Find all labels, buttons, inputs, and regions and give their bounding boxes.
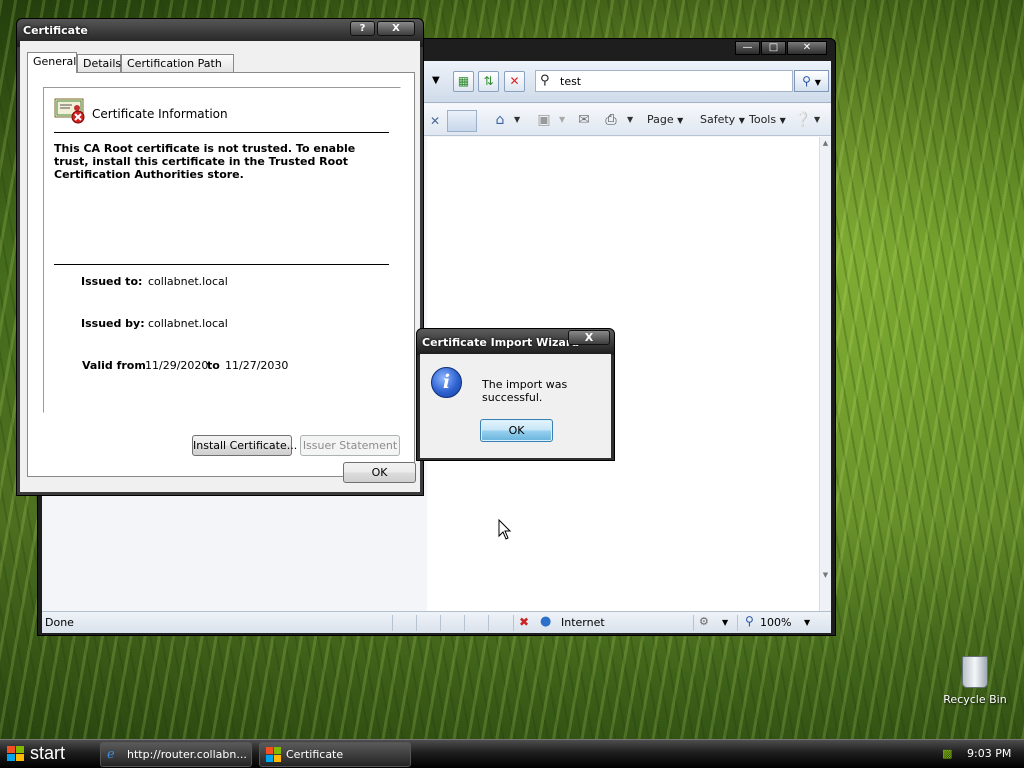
zone-label: Internet (561, 616, 605, 629)
dialog-body: General Details Certification Path Certi… (20, 41, 420, 492)
scroll-up-icon[interactable]: ▲ (820, 137, 831, 149)
info-heading: Certificate Information (92, 107, 228, 121)
issued-by-value: collabnet.local (148, 317, 228, 330)
dialog-title: Certificate (23, 24, 88, 37)
information-icon: i (431, 367, 462, 398)
vertical-scrollbar[interactable]: ▲ ▼ (819, 137, 831, 631)
feeds-icon[interactable]: ▣ (534, 110, 554, 130)
certificate-window-icon (266, 747, 281, 762)
install-certificate-button[interactable]: Install Certificate... (192, 435, 297, 456)
certificate-error-icon (54, 98, 86, 124)
close-button[interactable]: X (377, 21, 415, 36)
recycle-bin-icon (962, 656, 988, 688)
status-bar: Done ✖ ● Internet ⚙ ▼ ⚲ 100% ▼ (42, 611, 831, 633)
taskbar-item-browser[interactable]: ℯ http://router.collabn... (100, 742, 252, 767)
tools-menu[interactable]: Tools ▼ (749, 113, 786, 126)
certificate-info-box: Certificate Information This CA Root cer… (43, 87, 401, 413)
close-button[interactable]: X (568, 330, 610, 345)
print-icon[interactable]: ⎙ (601, 110, 621, 130)
taskbar-item-label: http://router.collabn... (127, 748, 247, 761)
taskbar-item-label: Certificate (286, 748, 344, 761)
clock[interactable]: 9:03 PM (967, 742, 1011, 766)
search-go-icon: ⚲ (802, 74, 811, 88)
protected-mode-icon[interactable]: ⚙ (699, 615, 709, 628)
feeds-dropdown-icon[interactable]: ▼ (559, 115, 565, 124)
mouse-cursor-icon (498, 519, 512, 540)
status-text: Done (45, 616, 74, 629)
issuer-statement-button[interactable]: Issuer Statement (300, 435, 400, 456)
zoom-icon[interactable]: ⚲ (745, 614, 754, 628)
system-tray: ▩ 9:03 PM (934, 742, 1024, 767)
tab-certification-path[interactable]: Certification Path (121, 54, 234, 72)
mail-icon[interactable]: ✉ (574, 110, 594, 130)
zoom-dropdown-icon[interactable]: ▼ (804, 618, 810, 627)
address-history-arrow-icon[interactable]: ▼ (432, 75, 440, 86)
valid-from-value: 11/29/2020 (145, 359, 209, 372)
search-icon: ⚲ (540, 73, 550, 88)
stop-icon[interactable]: ✕ (504, 71, 525, 92)
protected-mode-dropdown-icon[interactable]: ▼ (722, 618, 728, 627)
new-tab-button[interactable] (447, 110, 477, 132)
dialog-title: Certificate Import Wizard (422, 336, 580, 349)
general-tab-panel: Certificate Information This CA Root cer… (27, 72, 415, 477)
valid-to-value: 11/27/2030 (225, 359, 289, 372)
home-icon[interactable]: ⌂ (490, 110, 510, 130)
start-label: start (30, 743, 66, 763)
tab-close-icon[interactable]: ✕ (426, 112, 444, 130)
maximize-button[interactable]: □ (761, 41, 786, 55)
search-button[interactable]: ⚲ ▼ (794, 70, 829, 92)
print-dropdown-icon[interactable]: ▼ (627, 115, 633, 124)
scroll-down-icon[interactable]: ▼ (820, 569, 831, 581)
import-wizard-dialog: Certificate Import Wizard X i The import… (416, 328, 615, 461)
trust-warning-text: This CA Root certificate is not trusted.… (54, 142, 356, 181)
taskbar-item-certificate[interactable]: Certificate (259, 742, 411, 767)
search-input[interactable]: test (560, 75, 581, 88)
valid-from-label: Valid from (82, 359, 146, 372)
internet-explorer-icon: ℯ (107, 747, 115, 762)
divider (54, 264, 389, 265)
recycle-bin-label: Recycle Bin (943, 693, 1007, 706)
search-box[interactable]: ⚲ test (535, 70, 793, 92)
page-menu[interactable]: Page ▼ (647, 113, 683, 126)
help-button[interactable]: ? (350, 21, 375, 36)
compatibility-icon[interactable]: ▦ (453, 71, 474, 92)
refresh-icon[interactable]: ⇅ (478, 71, 499, 92)
zoom-level[interactable]: 100% (760, 616, 791, 629)
globe-icon: ● (540, 614, 552, 629)
divider (54, 132, 389, 133)
ok-button[interactable]: OK (480, 419, 553, 442)
issued-by-label: Issued by: (81, 317, 145, 330)
valid-to-label: to (207, 359, 220, 372)
taskbar: start ℯ http://router.collabn... Certifi… (0, 739, 1024, 768)
tab-details[interactable]: Details (77, 54, 121, 72)
issued-to-value: collabnet.local (148, 275, 228, 288)
security-blocked-icon[interactable]: ✖ (519, 615, 529, 629)
ok-button[interactable]: OK (343, 462, 416, 483)
recycle-bin[interactable]: Recycle Bin (940, 656, 1010, 706)
tab-general[interactable]: General (27, 52, 77, 73)
windows-logo-icon (7, 746, 24, 761)
issued-to-label: Issued to: (81, 275, 143, 288)
certificate-dialog: Certificate ? X General Details Certific… (16, 18, 424, 496)
message-text: The import was successful. (482, 378, 568, 404)
network-icon[interactable]: ▩ (942, 742, 952, 766)
help-dropdown-icon[interactable]: ▼ (814, 115, 820, 124)
start-button[interactable]: start (0, 740, 88, 768)
minimize-button[interactable]: — (735, 41, 760, 55)
help-icon[interactable]: ❔ (793, 110, 813, 130)
home-dropdown-icon[interactable]: ▼ (514, 115, 520, 124)
safety-menu[interactable]: Safety ▼ (700, 113, 745, 126)
close-button[interactable]: ✕ (787, 41, 827, 55)
dialog-body: i The import was successful. OK (420, 354, 611, 458)
